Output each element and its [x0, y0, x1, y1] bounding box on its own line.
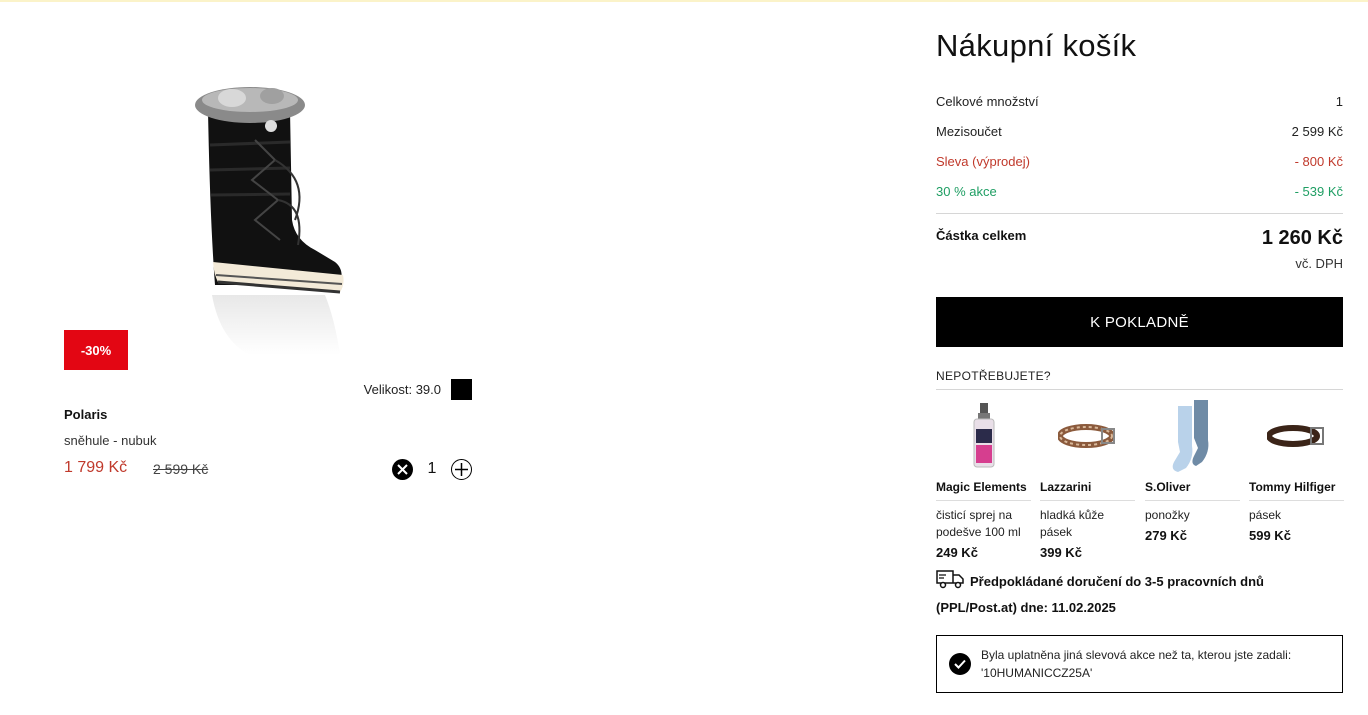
total-label: Částka celkem	[936, 228, 1027, 243]
summary-value: 2 599 Kč	[1291, 124, 1343, 139]
remove-item-button[interactable]	[392, 458, 413, 480]
cart-title: Nákupní košík	[936, 28, 1137, 63]
increase-quantity-button[interactable]	[451, 458, 472, 480]
quantity-value: 1	[427, 460, 437, 477]
close-icon	[397, 463, 408, 475]
product-old-price: 2 599 Kč	[153, 461, 209, 477]
recommendation-price: 279 Kč	[1145, 528, 1187, 543]
notice-text: Byla uplatněna jiná slevová akce než ta,…	[981, 648, 1292, 680]
delivery-line-1: Předpokládané doručení do 3-5 pracovních…	[970, 573, 1264, 589]
recommendation-brand: Magic Elements	[936, 480, 1031, 501]
recommendation-card[interactable]: S.Oliver ponožky 279 Kč	[1145, 398, 1240, 543]
summary-row-sale-discount: Sleva (výprodej) - 800 Kč	[936, 154, 1343, 169]
recommendation-description: pásek	[1249, 508, 1282, 522]
product-description: sněhule - nubuk	[64, 433, 157, 448]
summary-value: 1	[1335, 94, 1343, 109]
summary-label: Celkové množství	[936, 94, 1039, 109]
summary-label: 30 % akce	[936, 184, 997, 199]
recommendation-brand: Tommy Hilfiger	[1249, 480, 1344, 501]
total-value: 1 260 Kč	[1261, 227, 1343, 249]
spray-bottle-icon	[936, 398, 1031, 474]
checkmark-icon	[949, 653, 971, 675]
recommendation-brand: S.Oliver	[1145, 480, 1240, 501]
product-price: 1 799 Kč	[64, 459, 128, 476]
recommendation-description: ponožky	[1145, 508, 1190, 522]
recommendations-title: NEPOTŘEBUJETE?	[936, 369, 1051, 383]
socks-icon	[1145, 398, 1240, 474]
recommendation-price: 249 Kč	[936, 545, 978, 560]
discount-notice: Byla uplatněna jiná slevová akce než ta,…	[936, 635, 1343, 693]
checkout-button[interactable]: K POKLADNĚ	[936, 297, 1343, 347]
size-label: Velikost: 39.0	[363, 381, 441, 397]
summary-value: - 800 Kč	[1294, 154, 1343, 169]
belt-brown-icon	[1249, 398, 1344, 474]
recommendation-card[interactable]: Tommy Hilfiger pásek 599 Kč	[1249, 398, 1344, 543]
summary-row-subtotal: Mezisoučet 2 599 Kč	[936, 124, 1343, 139]
recommendation-card[interactable]: Lazzarini hladká kůže pásek 399 Kč	[1040, 398, 1135, 560]
recommendation-description: čisticí sprej na podešve 100 ml	[936, 508, 1021, 539]
summary-divider	[936, 213, 1343, 214]
size-row: Velikost: 39.0	[300, 378, 472, 400]
recommendation-brand: Lazzarini	[1040, 480, 1135, 501]
recommendation-description: hladká kůže pásek	[1040, 508, 1105, 539]
product-image[interactable]	[140, 70, 410, 370]
recommendation-price: 399 Kč	[1040, 545, 1082, 560]
belt-patterned-icon	[1040, 398, 1135, 474]
top-accent-line	[0, 0, 1368, 2]
recommendation-price: 599 Kč	[1249, 528, 1291, 543]
vat-note: vč. DPH	[1295, 256, 1343, 271]
summary-label: Sleva (výprodej)	[936, 154, 1030, 169]
summary-row-promo: 30 % akce - 539 Kč	[936, 184, 1343, 199]
delivery-info: Předpokládané doručení do 3-5 pracovních…	[936, 569, 1343, 619]
delivery-line-2: (PPL/Post.at) dne: 11.02.2025	[936, 600, 1116, 615]
summary-value: - 539 Kč	[1294, 184, 1343, 199]
color-swatch	[451, 378, 472, 400]
recommendations-divider	[936, 389, 1343, 390]
summary-row-quantity: Celkové množství 1	[936, 94, 1343, 109]
recommendation-card[interactable]: Magic Elements čisticí sprej na podešve …	[936, 398, 1031, 560]
plus-icon	[455, 462, 468, 476]
quantity-stepper: 1	[392, 458, 472, 480]
product-brand[interactable]: Polaris	[64, 407, 107, 422]
truck-icon	[936, 569, 964, 596]
summary-label: Mezisoučet	[936, 124, 1002, 139]
discount-badge: -30%	[64, 330, 128, 370]
